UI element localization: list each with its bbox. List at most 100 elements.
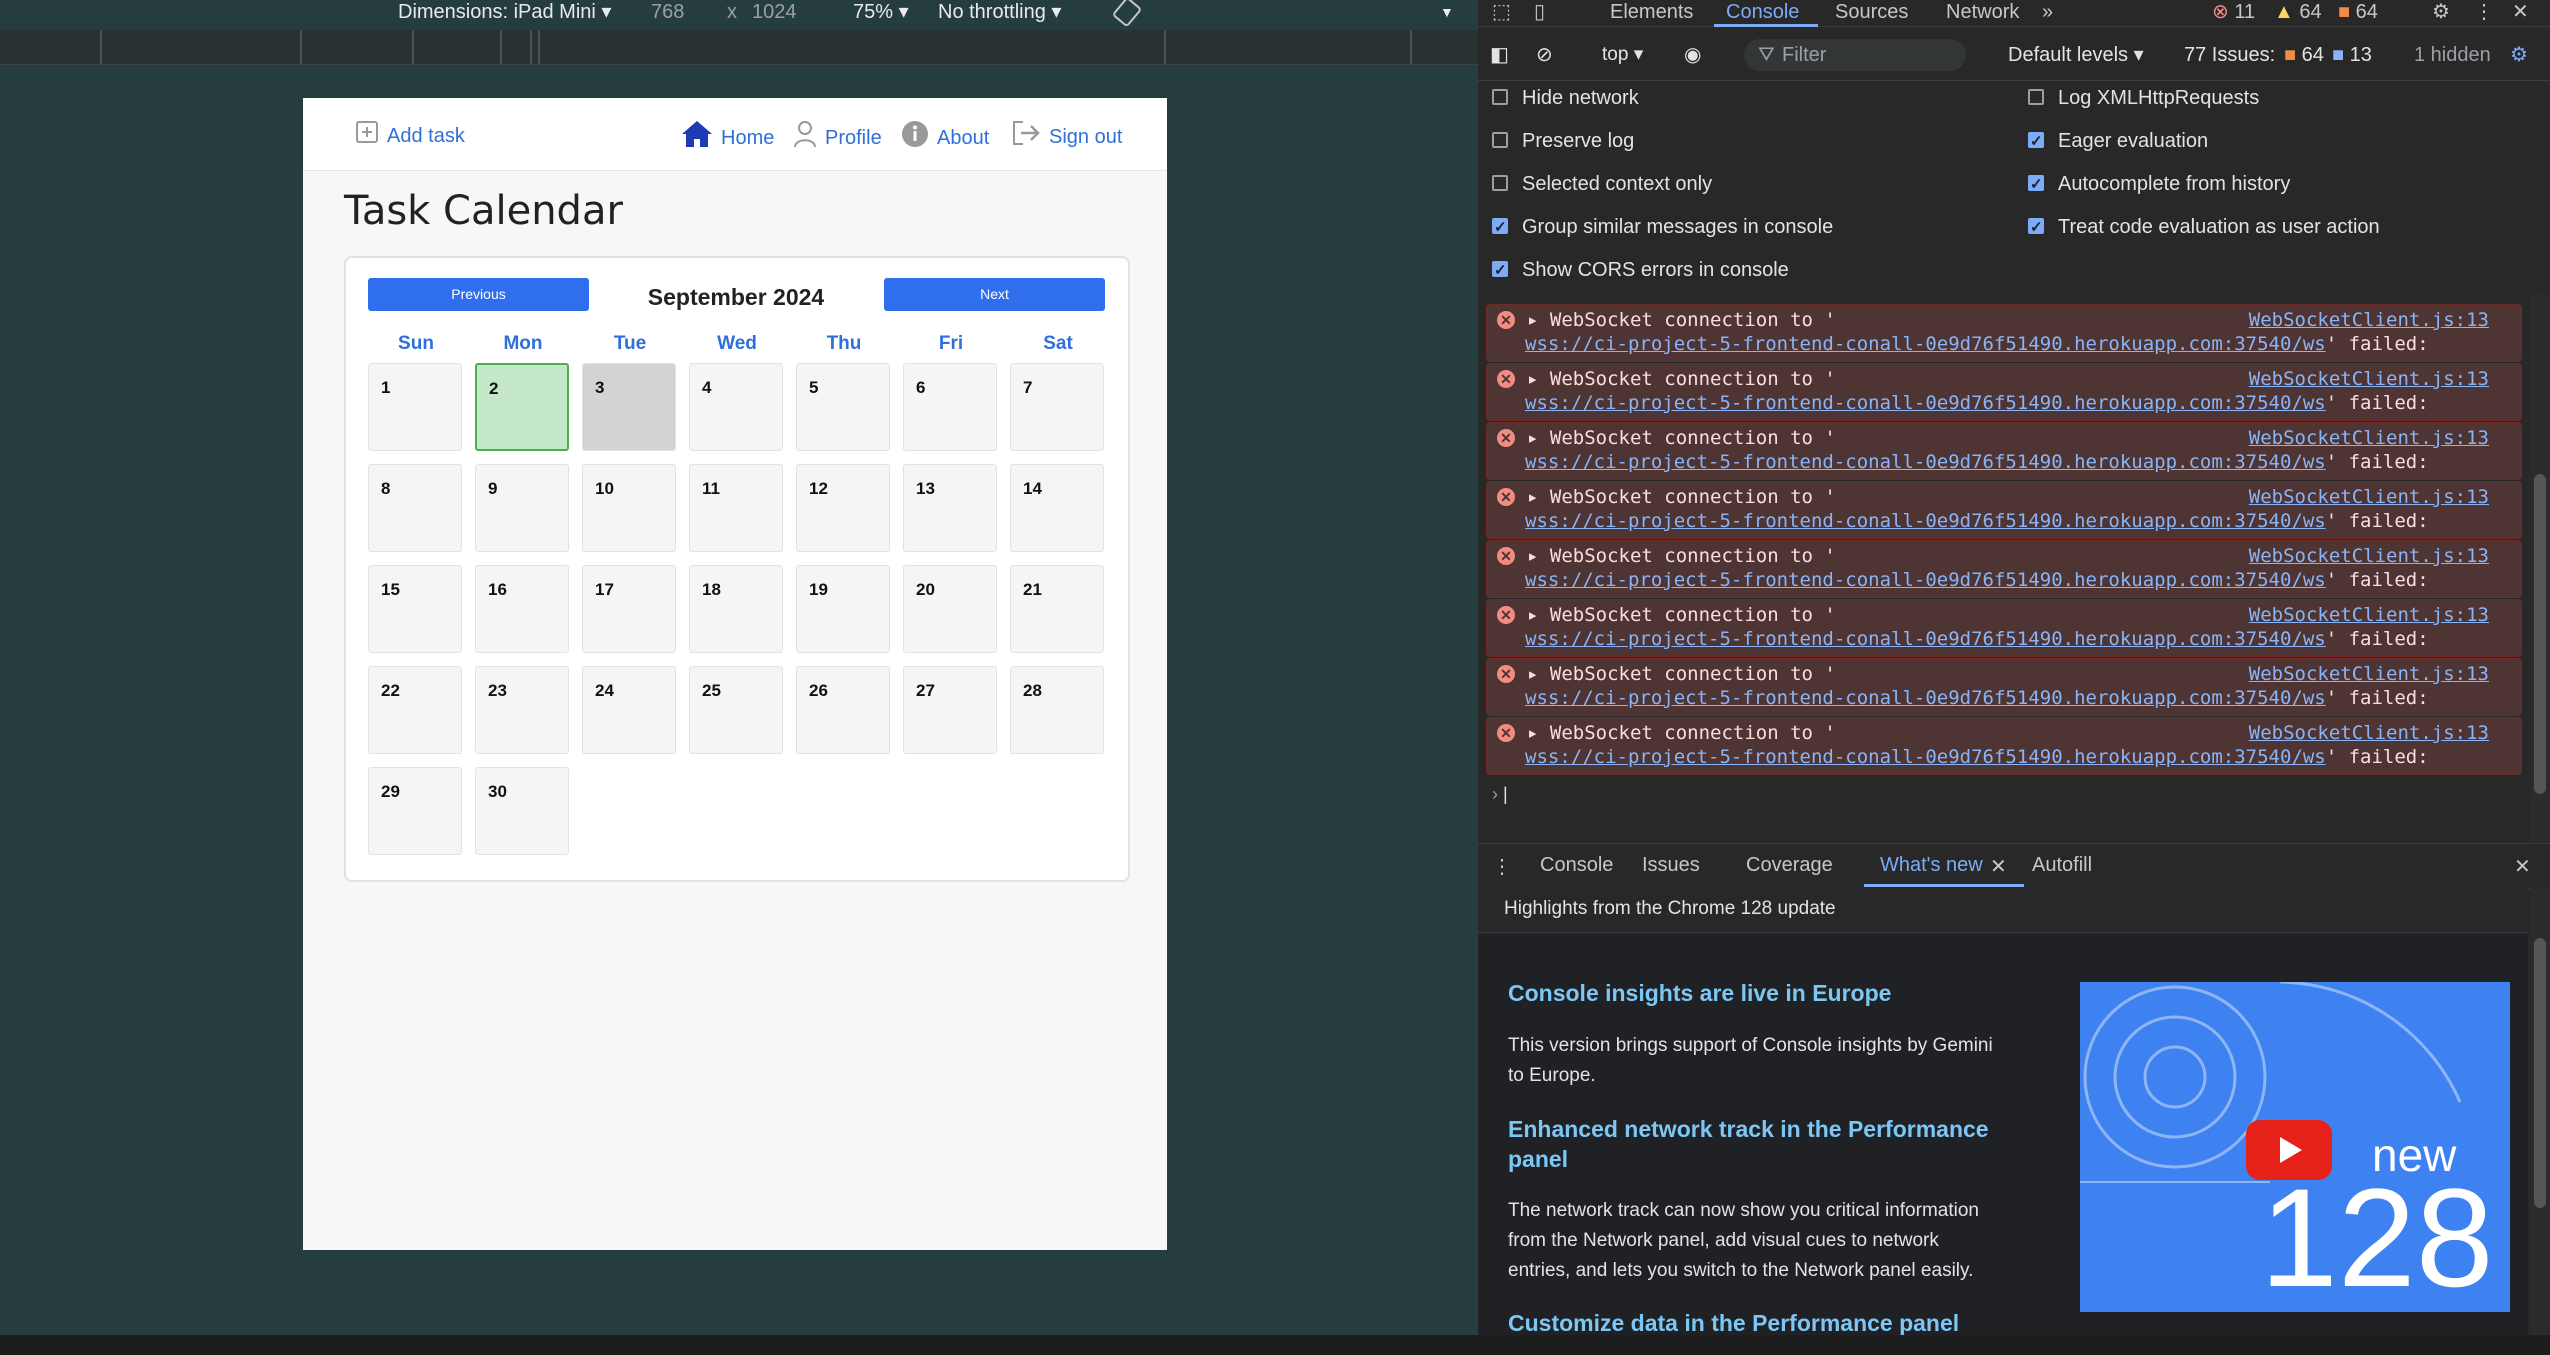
whats-new-scrollbar-thumb[interactable] [2534, 938, 2546, 1208]
warning-count-badge[interactable]: ▲ 64 [2274, 0, 2322, 24]
context-select[interactable]: top ▾ [1602, 40, 1643, 70]
live-expression-eye-icon[interactable]: ◉ [1684, 40, 1701, 70]
console-error-message[interactable]: ✕ ▸ WebSocket connection to ' WebSocketCli… [1486, 717, 2522, 775]
error-url-link[interactable]: wss://ci-project-5-frontend-conall-0e9d7… [1525, 451, 2326, 473]
calendar-day[interactable]: 18 [689, 565, 783, 653]
error-source-link[interactable]: WebSocketClient.js:13 [2249, 309, 2489, 331]
drawer-tab-whats-new[interactable]: What's new [1880, 854, 1983, 877]
tab-elements[interactable]: Elements [1610, 0, 1693, 24]
calendar-day[interactable]: 25 [689, 666, 783, 754]
setting-option[interactable]: Show CORS errors in console [1492, 255, 1789, 286]
calendar-day[interactable]: 13 [903, 464, 997, 552]
calendar-day[interactable]: 20 [903, 565, 997, 653]
error-source-link[interactable]: WebSocketClient.js:13 [2249, 545, 2489, 567]
profile-link[interactable]: Profile [793, 120, 882, 150]
calendar-day[interactable]: 9 [475, 464, 569, 552]
calendar-day[interactable]: 24 [582, 666, 676, 754]
calendar-day[interactable]: 4 [689, 363, 783, 451]
rotate-icon[interactable] [1112, 0, 1142, 32]
calendar-day[interactable]: 12 [796, 464, 890, 552]
drawer-menu-icon[interactable]: ⋮ [1492, 854, 1512, 879]
calendar-day[interactable]: 7 [1010, 363, 1104, 451]
setting-option[interactable]: Log XMLHttpRequests [2028, 83, 2259, 113]
about-link[interactable]: About [901, 120, 989, 150]
console-error-message[interactable]: ✕ ▸ WebSocket connection to ' WebSocketCli… [1486, 363, 2522, 421]
console-error-message[interactable]: ✕ ▸ WebSocket connection to ' WebSocketCli… [1486, 599, 2522, 657]
error-source-link[interactable]: WebSocketClient.js:13 [2249, 663, 2489, 685]
setting-option[interactable]: Selected context only [1492, 169, 1712, 199]
next-month-button[interactable]: Next [884, 278, 1105, 311]
console-prompt-icon[interactable]: › | [1492, 784, 1508, 805]
zoom-select[interactable]: 75% ▾ [853, 0, 909, 24]
error-source-link[interactable]: WebSocketClient.js:13 [2249, 604, 2489, 626]
calendar-day[interactable]: 14 [1010, 464, 1104, 552]
setting-option[interactable]: Group similar messages in console [1492, 212, 1833, 243]
console-settings-gear-icon[interactable]: ⚙ [2510, 40, 2528, 70]
log-levels-select[interactable]: Default levels ▾ [2008, 40, 2144, 70]
error-url-link[interactable]: wss://ci-project-5-frontend-conall-0e9d7… [1525, 392, 2326, 414]
error-source-link[interactable]: WebSocketClient.js:13 [2249, 486, 2489, 508]
console-scrollbar-thumb[interactable] [2534, 474, 2546, 794]
calendar-day[interactable]: 8 [368, 464, 462, 552]
console-error-message[interactable]: ✕ ▸ WebSocket connection to ' WebSocketCli… [1486, 422, 2522, 480]
add-task-link[interactable]: Add task [355, 120, 465, 150]
more-tabs-icon[interactable]: » [2042, 0, 2053, 24]
whats-new-heading-3[interactable]: Customize data in the Performance panel [1508, 1310, 1959, 1337]
whats-new-heading-2a[interactable]: Enhanced network track in the Performanc… [1508, 1116, 1989, 1143]
error-source-link[interactable]: WebSocketClient.js:13 [2249, 722, 2489, 744]
filter-input[interactable]: ⛛ Filter [1744, 39, 1966, 71]
setting-checkbox[interactable] [2028, 170, 2044, 200]
close-whats-new-icon[interactable]: ✕ [1990, 854, 2007, 879]
more-options-icon[interactable]: ▼ [1440, 0, 1454, 24]
calendar-day[interactable]: 16 [475, 565, 569, 653]
error-source-link[interactable]: WebSocketClient.js:13 [2249, 427, 2489, 449]
error-url-link[interactable]: wss://ci-project-5-frontend-conall-0e9d7… [1525, 746, 2326, 768]
previous-month-button[interactable]: Previous [368, 278, 589, 311]
height-input[interactable]: 1024 [752, 0, 797, 24]
drawer-tab-autofill[interactable]: Autofill [2032, 854, 2092, 877]
setting-checkbox[interactable] [2028, 213, 2044, 243]
calendar-day[interactable]: 30 [475, 767, 569, 855]
console-error-message[interactable]: ✕ ▸ WebSocket connection to ' WebSocketCli… [1486, 658, 2522, 716]
close-drawer-icon[interactable]: ✕ [2514, 854, 2531, 879]
error-count-badge[interactable]: ⊗ 11 [2212, 0, 2255, 24]
error-url-link[interactable]: wss://ci-project-5-frontend-conall-0e9d7… [1525, 687, 2326, 709]
error-url-link[interactable]: wss://ci-project-5-frontend-conall-0e9d7… [1525, 333, 2326, 355]
home-link[interactable]: Home [681, 120, 774, 150]
calendar-day[interactable]: 15 [368, 565, 462, 653]
setting-option[interactable]: Treat code evaluation as user action [2028, 212, 2380, 243]
calendar-day[interactable]: 28 [1010, 666, 1104, 754]
tab-network[interactable]: Network [1946, 0, 2019, 24]
console-error-message[interactable]: ✕ ▸ WebSocket connection to ' WebSocketCli… [1486, 481, 2522, 539]
kebab-menu-icon[interactable]: ⋮ [2474, 0, 2494, 24]
issues-warning-count[interactable]: ■ 64 [2284, 40, 2324, 70]
calendar-day[interactable]: 27 [903, 666, 997, 754]
info-count-badge[interactable]: ■ 64 [2338, 0, 2378, 24]
issues-info-count[interactable]: ■ 13 [2332, 40, 2372, 70]
setting-option[interactable]: Preserve log [1492, 126, 1634, 156]
setting-checkbox[interactable] [2028, 88, 2044, 105]
dimensions-select[interactable]: Dimensions: iPad Mini ▾ [398, 0, 611, 24]
calendar-day[interactable]: 23 [475, 666, 569, 754]
whats-new-video-thumbnail[interactable]: new 128 [2080, 982, 2510, 1312]
device-toggle-icon[interactable]: ▯ [1534, 0, 1545, 24]
calendar-day[interactable]: 2 [475, 363, 569, 451]
error-url-link[interactable]: wss://ci-project-5-frontend-conall-0e9d7… [1525, 628, 2326, 650]
setting-checkbox[interactable] [1492, 213, 1508, 243]
calendar-day[interactable]: 6 [903, 363, 997, 451]
calendar-day[interactable]: 11 [689, 464, 783, 552]
calendar-day[interactable]: 10 [582, 464, 676, 552]
setting-checkbox[interactable] [1492, 131, 1508, 148]
calendar-day[interactable]: 26 [796, 666, 890, 754]
setting-option[interactable]: Hide network [1492, 83, 1639, 113]
console-scrollbar[interactable] [2530, 294, 2550, 842]
setting-option[interactable]: Autocomplete from history [2028, 169, 2290, 200]
inspect-icon[interactable]: ⬚ [1492, 0, 1511, 24]
width-input[interactable]: 768 [651, 0, 684, 24]
whats-new-scrollbar[interactable] [2530, 888, 2550, 1335]
tab-sources[interactable]: Sources [1835, 0, 1908, 24]
issues-label[interactable]: 77 Issues: [2184, 40, 2275, 70]
calendar-day[interactable]: 17 [582, 565, 676, 653]
calendar-day[interactable]: 1 [368, 363, 462, 451]
close-devtools-icon[interactable]: ✕ [2512, 0, 2529, 24]
